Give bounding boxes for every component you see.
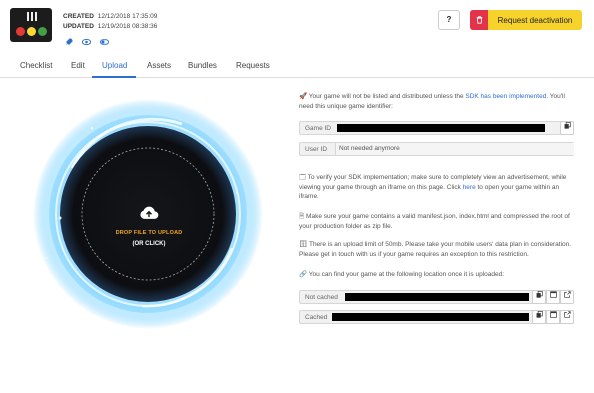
created-row: CREATED 12/12/2018 17:35:09 [63,12,157,22]
tab-bundles[interactable]: Bundles [188,61,217,70]
upload-subtitle: (OR CLICK) [132,241,166,247]
limit-text: There is an upload limit of 50mb. Please… [299,241,572,258]
toggle-icon[interactable] [100,38,109,49]
not-cached-url-redacted [345,293,529,301]
game-id-value-redacted [337,124,545,132]
manifest-notice: 🗎 Make sure your game contains a valid m… [299,212,575,231]
open-not-cached-external-button[interactable] [560,290,574,304]
file-zip-icon: 🗎 [299,213,305,220]
updated-label: UPDATED [63,23,94,30]
cached-url-field: Cached [299,310,574,324]
copy-game-id-button[interactable] [560,121,574,135]
created-label: CREATED [63,13,94,20]
upload-dropzone[interactable]: DROP FILE TO UPLOAD (OR CLICK) [32,98,264,330]
thumbnail-dot-yellow [27,27,36,36]
link-icon: 🔗 [299,271,308,278]
open-not-cached-iframe-button[interactable] [546,290,560,304]
copy-icon [564,122,571,129]
verify-notice: 🗔 To verify your SDK implementation; mak… [299,173,575,202]
tab-upload[interactable]: Upload [102,61,127,70]
thumbnail-dot-green [38,27,47,36]
copy-icon [536,311,543,318]
help-button[interactable]: ? [438,10,460,30]
updated-value: 12/19/2018 08:38:36 [97,23,158,30]
user-id-label: User ID [305,146,328,153]
game-id-label: Game ID [305,125,332,132]
tab-checklist[interactable]: Checklist [20,61,52,70]
copy-icon [536,291,543,298]
trash-icon [470,10,488,30]
game-meta: CREATED 12/12/2018 17:35:09 UPDATED 12/1… [63,12,157,32]
not-cached-label: Not cached [305,294,338,301]
tab-bar: Checklist Edit Upload Assets Bundles Req… [0,54,594,78]
upload-title: DROP FILE TO UPLOAD [115,230,183,236]
updated-row: UPDATED 12/19/2018 08:38:36 [63,22,157,32]
user-id-value: Not needed anymore [335,143,574,155]
window-icon [549,291,557,298]
location-text: You can find your game at the following … [308,271,505,278]
open-cached-external-button[interactable] [560,310,574,324]
location-notice: 🔗 You can find your game at the followin… [299,270,575,280]
manifest-text: Make sure your game contains a valid man… [299,213,570,230]
tab-assets[interactable]: Assets [147,61,171,70]
thumbnail-dot-red [16,27,25,36]
limit-notice: 🗄 There is an upload limit of 50mb. Plea… [299,240,575,259]
cached-url-redacted [332,313,529,321]
external-link-icon [563,311,571,318]
database-icon: 🗄 [299,241,308,248]
window-icon: 🗔 [299,174,307,181]
request-deactivation-label: Request deactivation [497,15,573,25]
tab-requests[interactable]: Requests [236,61,270,70]
rocket-icon[interactable] [65,38,73,49]
thumbnail-bar [27,12,29,21]
open-cached-iframe-button[interactable] [546,310,560,324]
window-icon [549,311,557,318]
open-iframe-link[interactable]: here [463,184,476,191]
sdk-implemented-link[interactable]: SDK has been implemented [465,93,546,100]
created-value: 12/12/2018 17:35:09 [97,13,158,20]
request-deactivation-button[interactable]: Request deactivation [470,10,582,30]
game-thumbnail [10,8,52,42]
sdk-notice-text-pre: Your game will not be listed and distrib… [308,93,466,100]
eye-icon[interactable] [81,38,92,49]
copy-cached-button[interactable] [532,310,546,324]
external-link-icon [563,291,571,298]
tab-edit[interactable]: Edit [71,61,85,70]
cached-label: Cached [305,314,328,321]
game-id-field: Game ID [299,121,574,135]
rocket-icon: 🚀 [299,93,308,100]
copy-not-cached-button[interactable] [532,290,546,304]
thumbnail-bar [31,12,33,21]
active-tab-indicator [92,76,136,78]
sdk-notice: 🚀 Your game will not be listed and distr… [299,92,575,111]
cloud-upload-icon [140,206,159,219]
meta-icons [65,38,109,49]
thumbnail-bar [35,12,37,21]
user-id-field: User ID Not needed anymore [299,142,574,156]
not-cached-url-field: Not cached [299,290,574,304]
